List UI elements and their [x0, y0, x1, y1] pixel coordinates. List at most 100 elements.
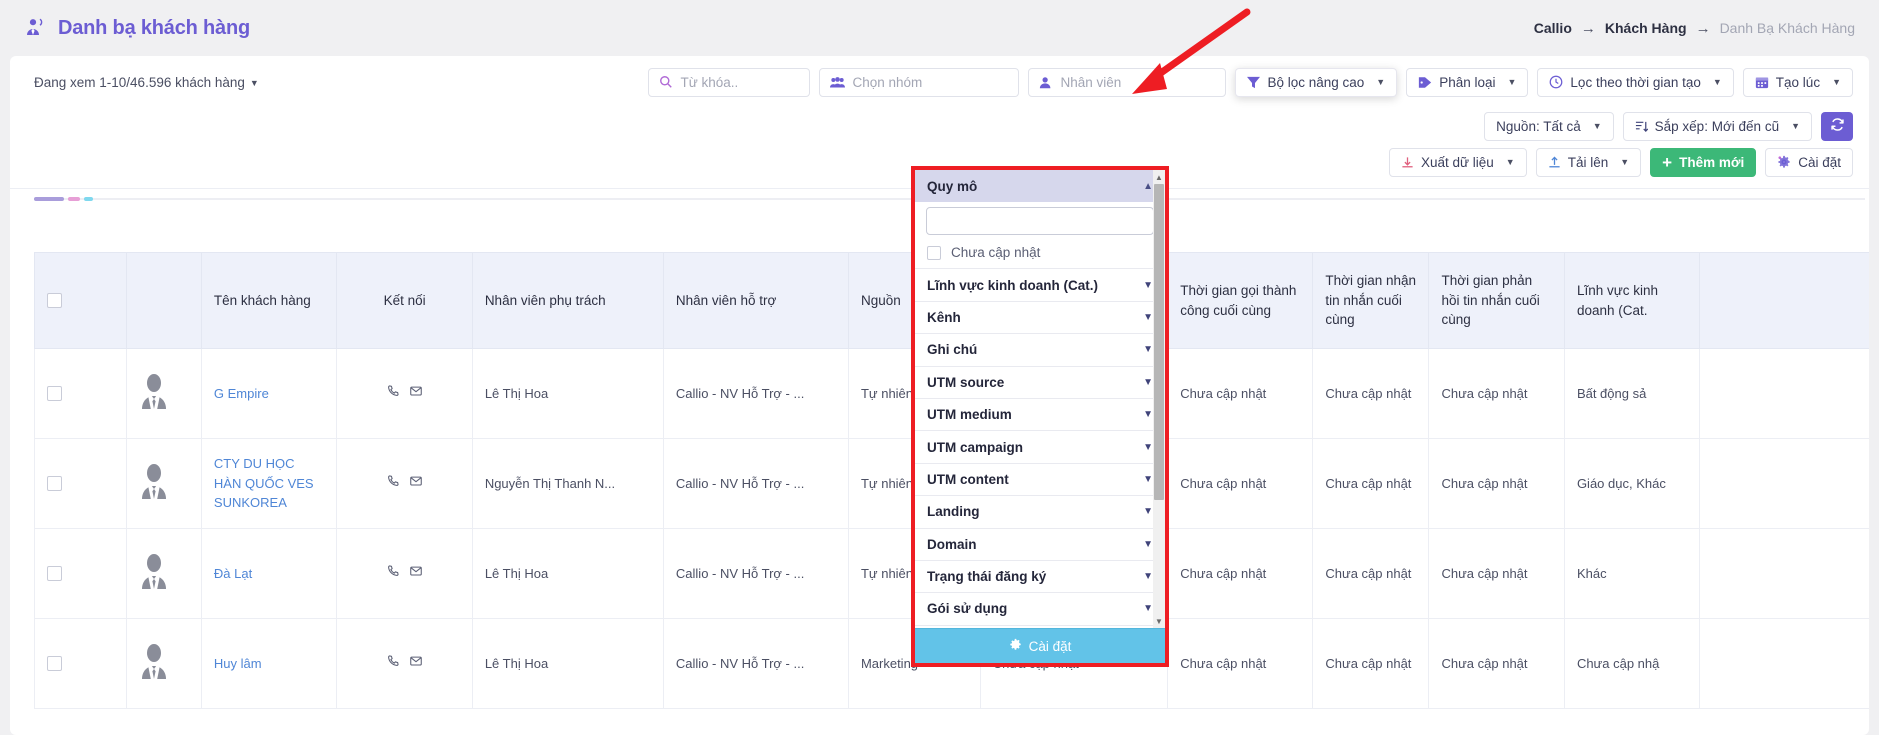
- header-support-staff[interactable]: Nhân viên hỗ trợ: [662, 252, 849, 349]
- phone-icon[interactable]: [386, 384, 400, 404]
- filter-row[interactable]: Ghi chú ▼: [915, 334, 1165, 367]
- header-connection[interactable]: Kết nối: [336, 252, 473, 349]
- chevron-down-icon: ▼: [1143, 279, 1153, 291]
- refresh-button[interactable]: [1821, 111, 1853, 141]
- add-new-button[interactable]: + Thêm mới: [1650, 147, 1757, 177]
- email-icon[interactable]: [409, 384, 423, 404]
- filter-not-updated-row[interactable]: Chưa cập nhật: [915, 241, 1165, 270]
- filter-row[interactable]: Gói sử dụng ▼: [915, 593, 1165, 626]
- classify-button[interactable]: Phân loại ▼: [1406, 67, 1529, 97]
- row-checkbox[interactable]: [47, 476, 62, 491]
- breadcrumb-item-callio[interactable]: Callio: [1534, 20, 1572, 36]
- staff-select[interactable]: Nhân viên: [1028, 67, 1227, 97]
- assigned-staff-cell: Lê Thị Hoa: [471, 348, 664, 439]
- export-icon: [1401, 156, 1414, 169]
- scroll-down-icon[interactable]: ▼: [1153, 614, 1165, 628]
- avatar: [139, 373, 189, 415]
- business-field-cell: Bất động sả: [1563, 348, 1701, 439]
- email-icon[interactable]: [409, 474, 423, 494]
- row-checkbox[interactable]: [47, 566, 62, 581]
- group-select-label: Chọn nhóm: [852, 74, 923, 90]
- sort-button[interactable]: Sắp xếp: Mới đến cũ ▼: [1622, 111, 1812, 141]
- phone-icon[interactable]: [386, 564, 400, 584]
- filter-scroll-area[interactable]: Quy mô ▲ Chưa cập nhật Lĩnh vực kinh doa…: [915, 170, 1165, 628]
- breadcrumb-item-customers[interactable]: Khách Hàng: [1605, 20, 1687, 36]
- support-staff-cell: Callio - NV Hỗ Trợ - ...: [662, 348, 849, 439]
- filter-row[interactable]: UTM content ▼: [915, 464, 1165, 497]
- filter-settings-button[interactable]: Cài đặt: [915, 628, 1165, 663]
- panel-scrollbar-thumb[interactable]: [1154, 184, 1164, 500]
- advanced-filter-button[interactable]: Bộ lọc nâng cao ▼: [1235, 67, 1398, 97]
- filter-create-time-button[interactable]: Lọc theo thời gian tạo ▼: [1537, 67, 1734, 97]
- filter-text-input[interactable]: [926, 207, 1154, 236]
- scrollbar-thumb-2[interactable]: [68, 197, 80, 201]
- filter-row[interactable]: Landing ▼: [915, 496, 1165, 529]
- created-at-button[interactable]: Tạo lúc ▼: [1742, 67, 1853, 97]
- chevron-down-icon: ▼: [1143, 441, 1153, 453]
- filter-section-quy-mo[interactable]: Quy mô ▲: [915, 170, 1165, 203]
- header-last-msg-reply[interactable]: Thời gian phản hồi tin nhắn cuối cùng: [1428, 252, 1565, 349]
- contacts-user-icon: [24, 16, 48, 40]
- export-button[interactable]: Xuất dữ liệu ▼: [1388, 147, 1527, 177]
- settings-button[interactable]: Cài đặt: [1765, 147, 1853, 177]
- panel-scrollbar[interactable]: ▲ ▼: [1153, 170, 1165, 628]
- avatar-cell: [125, 618, 202, 709]
- header-customer-name[interactable]: Tên khách hàng: [200, 252, 338, 349]
- toolbar-primary: Đang xem 1-10/46.596 khách hàng ▼ Từ khóa…: [10, 56, 1869, 108]
- header-business-field[interactable]: Lĩnh vực kinh doanh (Cat.: [1563, 252, 1701, 349]
- customer-name-link[interactable]: Huy lâm: [214, 656, 262, 671]
- search-input[interactable]: Từ khóa..: [648, 67, 811, 97]
- header-select-all: [34, 252, 127, 349]
- phone-icon[interactable]: [386, 654, 400, 674]
- filter-row[interactable]: Lĩnh vực kinh doanh (Cat.) ▼: [915, 269, 1165, 302]
- chevron-down-icon: ▼: [1712, 77, 1722, 87]
- group-select[interactable]: Chọn nhóm: [819, 67, 1020, 97]
- customer-name-link[interactable]: Đà Lạt: [214, 566, 252, 581]
- filter-row-list: Lĩnh vực kinh doanh (Cat.) ▼ Kênh ▼ Ghi chú ▼…: [915, 269, 1165, 626]
- email-icon[interactable]: [409, 654, 423, 674]
- source-filter-button[interactable]: Nguồn: Tất cả ▼: [1484, 111, 1614, 141]
- not-updated-label: Chưa cập nhật: [951, 245, 1041, 261]
- filter-row[interactable]: UTM medium ▼: [915, 399, 1165, 432]
- customer-name-cell: CTY DU HỌC HÀN QUỐC VES SUNKOREA: [200, 438, 338, 529]
- customer-name-link[interactable]: CTY DU HỌC HÀN QUỐC VES SUNKOREA: [214, 456, 314, 510]
- header-last-msg-received[interactable]: Thời gian nhận tin nhắn cuối cùng: [1312, 252, 1430, 349]
- staff-select-label: Nhân viên: [1060, 74, 1122, 90]
- filter-row[interactable]: Domain ▼: [915, 529, 1165, 561]
- calendar-icon: [1755, 75, 1769, 89]
- email-icon[interactable]: [409, 564, 423, 584]
- row-checkbox[interactable]: [47, 656, 62, 671]
- viewing-count-text: Đang xem 1-10/46.596 khách hàng: [34, 74, 245, 90]
- chevron-down-icon: ▼: [249, 77, 259, 88]
- filter-row-label: UTM source: [927, 374, 1005, 390]
- filter-row[interactable]: Kênh ▼: [915, 302, 1165, 335]
- last-msg-received-cell: Chưa cập nhật: [1312, 348, 1430, 439]
- filter-icon: [1247, 76, 1261, 89]
- customer-name-link[interactable]: G Empire: [214, 386, 269, 401]
- source-filter-label: Nguồn: Tất cả: [1496, 118, 1581, 134]
- viewing-count[interactable]: Đang xem 1-10/46.596 khách hàng ▼: [34, 75, 259, 90]
- filter-row[interactable]: UTM campaign ▼: [915, 431, 1165, 464]
- scrollbar-thumb-3[interactable]: [84, 197, 93, 201]
- header-last-call-time[interactable]: Thời gian gọi thành công cuối cùng: [1167, 252, 1314, 349]
- row-checkbox[interactable]: [47, 386, 62, 401]
- page-header: Danh bạ khách hàng Callio → Khách Hàng →…: [0, 0, 1879, 56]
- phone-icon[interactable]: [386, 474, 400, 494]
- connection-cell: [336, 348, 473, 439]
- filter-row[interactable]: Trạng thái đăng ký ▼: [915, 561, 1165, 594]
- filter-row[interactable]: UTM source ▼: [915, 367, 1165, 399]
- header-assigned-staff[interactable]: Nhân viên phụ trách: [471, 252, 664, 349]
- scrollbar-thumb-1[interactable]: [34, 197, 64, 201]
- chevron-down-icon: ▼: [1592, 121, 1602, 131]
- upload-button[interactable]: Tải lên ▼: [1535, 147, 1642, 177]
- created-at-label: Tạo lúc: [1775, 74, 1821, 90]
- refresh-icon: [1830, 117, 1845, 135]
- connection-cell: [336, 528, 473, 619]
- scroll-up-icon[interactable]: ▲: [1153, 170, 1165, 184]
- not-updated-checkbox[interactable]: [927, 245, 941, 260]
- select-all-checkbox[interactable]: [47, 293, 62, 308]
- filter-row-label: Trạng thái đăng ký: [927, 569, 1047, 585]
- extra-cell: [1699, 438, 1869, 529]
- advanced-filter-dropdown[interactable]: Quy mô ▲ Chưa cập nhật Lĩnh vực kinh doa…: [911, 166, 1169, 667]
- chevron-down-icon: ▼: [1505, 157, 1515, 167]
